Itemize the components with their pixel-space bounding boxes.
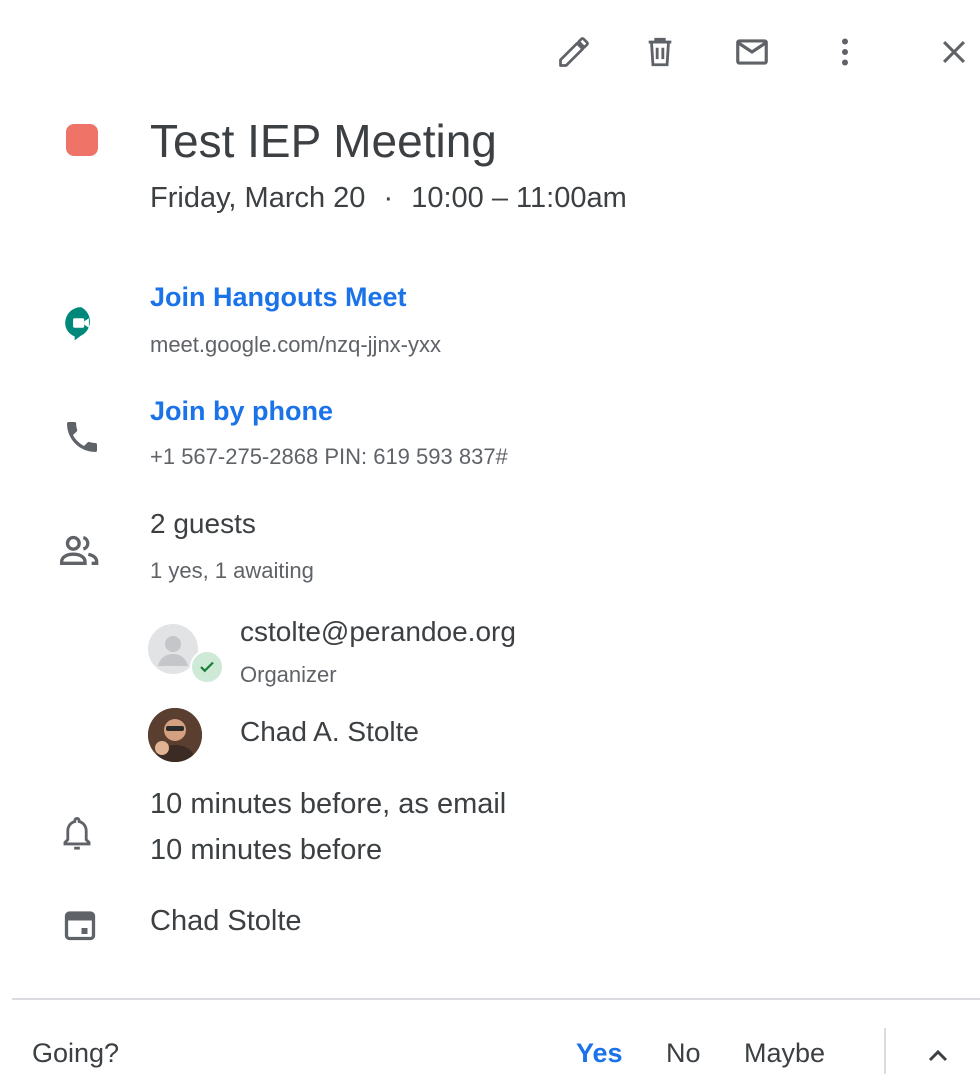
accepted-check-icon: [190, 650, 224, 684]
trash-icon: [648, 37, 672, 67]
datetime-separator: ·: [383, 182, 394, 214]
people-icon: [58, 530, 102, 570]
more-vert-icon: [842, 38, 848, 66]
guest-name: cstolte@perandoe.org: [240, 616, 516, 647]
rsvp-maybe-button[interactable]: Maybe: [744, 1038, 825, 1069]
rsvp-yes-button[interactable]: Yes: [576, 1038, 623, 1069]
join-meet-link[interactable]: Join Hangouts Meet: [150, 282, 407, 313]
email-guests-button[interactable]: [728, 28, 776, 76]
event-color-swatch: [66, 124, 98, 156]
pencil-icon: [559, 37, 589, 67]
close-icon: [942, 40, 966, 64]
footer-separator: [884, 1028, 886, 1074]
phone-details: +1 567-275-2868 PIN: 619 593 837#: [150, 444, 508, 469]
event-datetime: Friday, March 20 · 10:00 – 11:00am: [150, 182, 627, 215]
going-question: Going?: [32, 1038, 120, 1068]
guest-list-item[interactable]: [148, 708, 204, 764]
guest-summary: 1 yes, 1 awaiting: [150, 558, 314, 583]
expand-button[interactable]: [922, 1040, 954, 1072]
guest-list-item[interactable]: [148, 624, 224, 684]
bell-icon: [60, 814, 94, 854]
close-button[interactable]: [930, 28, 978, 76]
event-date: Friday, March 20: [150, 182, 366, 214]
event-title: Test IEP Meeting: [150, 115, 497, 167]
join-by-phone-link[interactable]: Join by phone: [150, 396, 333, 427]
calendar-icon: [62, 907, 98, 943]
guest-role: Organizer: [240, 662, 337, 687]
avatar: [148, 708, 202, 762]
event-time: 10:00 – 11:00am: [411, 182, 627, 214]
rsvp-no-button[interactable]: No: [666, 1038, 701, 1069]
notification-item: 10 minutes before: [150, 834, 383, 866]
edit-button[interactable]: [550, 28, 598, 76]
divider: [12, 998, 980, 1000]
delete-button[interactable]: [636, 28, 684, 76]
guest-count: 2 guests: [150, 508, 256, 539]
meet-url: meet.google.com/nzq-jjnx-yxx: [150, 332, 442, 357]
envelope-icon: [736, 39, 768, 65]
meet-icon: [62, 304, 100, 342]
notification-item: 10 minutes before, as email: [150, 788, 507, 820]
phone-icon: [62, 417, 102, 457]
calendar-owner: Chad Stolte: [150, 905, 302, 937]
more-options-button[interactable]: [821, 28, 869, 76]
guest-name: Chad A. Stolte: [240, 716, 420, 747]
chevron-up-icon: [928, 1049, 948, 1062]
